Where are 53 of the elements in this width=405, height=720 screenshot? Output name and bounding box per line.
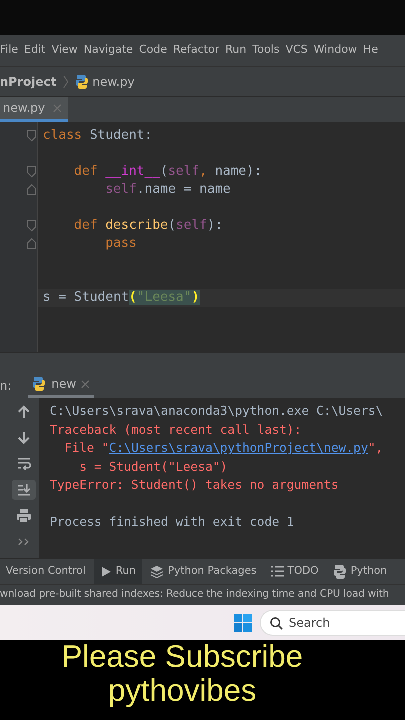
file-link[interactable]: C:\Users\srava\pythonProject\new.py [109,441,368,455]
menu-item[interactable]: Tools [252,42,280,59]
tool-window-button[interactable]: TODO [264,559,325,584]
scroll-to-end-icon [16,482,32,498]
search-icon [270,616,283,630]
status-message: wnload pre-built shared indexes: Reduce the indexing time and CPU load with [0,588,390,602]
close-icon [81,380,90,388]
panel-label: n: [0,378,12,394]
caption-text: Please Subscribe [62,640,304,674]
menu-item[interactable]: Navigate [84,42,134,59]
python-file-icon [74,74,89,90]
breadcrumb-item[interactable]: nProject [0,72,57,90]
python-icon [32,376,47,392]
breadcrumb-item[interactable]: new.py [92,72,135,90]
console-line: File "C:\Users\srava\pythonProject\new.py", [64,441,384,455]
play-icon [100,566,112,578]
editor-tab[interactable]: new.py [0,97,68,122]
menu-item[interactable]: Refactor [173,42,220,59]
menu-item[interactable]: Window [314,42,358,59]
close-icon [53,104,62,112]
menu-item[interactable]: Code [139,42,168,59]
code-line: class Student: [43,128,153,143]
menu-item[interactable]: Edit [24,42,46,59]
code-line: self.name = name [106,182,231,197]
menu-item[interactable]: VCS [286,42,308,59]
console-line: Traceback (most recent call last): [50,422,302,436]
console-line: Process finished with exit code 1 [50,515,294,529]
up-arrow-icon [16,404,32,420]
layers-icon [150,565,164,578]
python-icon [332,564,347,580]
code-line: def describe(self): [74,218,224,233]
tool-window-button[interactable]: Python Packages [144,559,263,584]
taskbar-search-field[interactable]: Search [260,610,405,636]
tool-window-button[interactable]: Run [94,559,142,584]
menu-item[interactable]: He [363,42,378,59]
caption-text: pythovibes [108,674,257,708]
print-icon [16,508,32,524]
down-arrow-icon [16,430,32,446]
tool-window-button[interactable]: Version Control [0,559,92,584]
code-line: pass [106,236,137,251]
menu-item[interactable]: File [0,42,18,59]
list-icon [270,566,284,577]
menu-item[interactable]: Run [226,42,247,59]
menu-item[interactable]: View [52,42,78,59]
code-line: def __int__(self, name): [74,164,262,179]
toolbar-button[interactable] [12,480,36,500]
console-line: s = Student("Leesa") [78,460,228,474]
windows-logo-icon [234,614,252,632]
console-line: TypeError: Student() takes no arguments [50,478,339,492]
tool-window-button[interactable]: Python [326,559,394,584]
console-line: C:\Users\srava\anaconda3\python.exe C:\Users\ [50,404,384,418]
soft-wrap-icon [16,456,32,472]
chevron-icon [62,74,69,88]
